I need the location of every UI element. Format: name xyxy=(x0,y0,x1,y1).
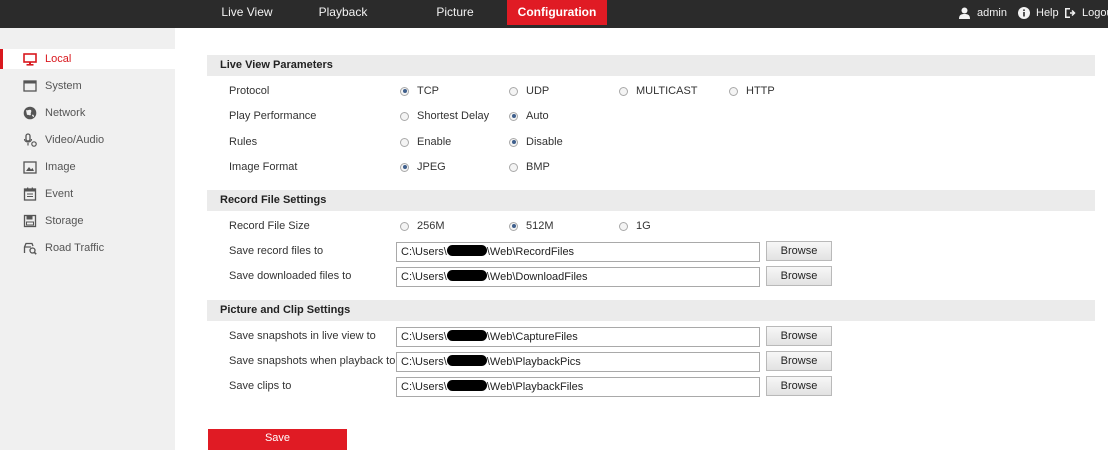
sidebar-item-network[interactable]: Network xyxy=(0,103,175,123)
sidebar-item-label: Image xyxy=(45,161,76,173)
tab-live-view[interactable]: Live View xyxy=(208,0,286,25)
save-snapshots-live-label: Save snapshots in live view to xyxy=(229,330,376,342)
disk-icon xyxy=(23,214,37,228)
save-snapshots-playback-label: Save snapshots when playback to xyxy=(229,355,396,367)
logout-icon xyxy=(1065,7,1076,18)
sidebar-item-event[interactable]: Event xyxy=(0,184,175,204)
image-format-label: Image Format xyxy=(229,161,298,173)
save-clips-label: Save clips to xyxy=(229,380,292,392)
protocol-tcp-radio[interactable]: TCP xyxy=(400,84,439,98)
image-format-bmp-radio[interactable]: BMP xyxy=(509,160,550,174)
user-icon xyxy=(959,7,970,19)
microphone-icon xyxy=(23,133,37,147)
logout-label: Logout xyxy=(1082,6,1108,19)
protocol-http-radio[interactable]: HTTP xyxy=(729,84,775,98)
save-button[interactable]: Save xyxy=(208,429,347,450)
user-menu[interactable]: admin xyxy=(958,0,1007,25)
sidebar-item-video-audio[interactable]: Video/Audio xyxy=(0,130,175,150)
tab-playback[interactable]: Playback xyxy=(300,0,386,25)
save-downloaded-files-label: Save downloaded files to xyxy=(229,270,352,282)
image-format-jpeg-radio[interactable]: JPEG xyxy=(400,160,446,174)
car-search-icon xyxy=(23,241,37,255)
protocol-udp-radio[interactable]: UDP xyxy=(509,84,549,98)
sidebar-item-label: Network xyxy=(45,107,86,119)
record-size-256m-radio[interactable]: 256M xyxy=(400,219,445,233)
globe-icon xyxy=(23,106,37,120)
sidebar-item-local[interactable]: Local xyxy=(0,49,175,69)
sidebar-item-system[interactable]: System xyxy=(0,76,175,96)
protocol-label: Protocol xyxy=(229,85,270,97)
section-picture-clip-settings: Picture and Clip Settings xyxy=(207,300,1095,321)
protocol-multicast-radio[interactable]: MULTICAST xyxy=(619,84,698,98)
sidebar-item-label: Storage xyxy=(45,215,84,227)
redaction-mark xyxy=(446,330,487,341)
record-size-1g-radio[interactable]: 1G xyxy=(619,219,651,233)
top-navigation-bar: Live View Playback Picture Configuration… xyxy=(0,0,1108,28)
sidebar-item-image[interactable]: Image xyxy=(0,157,175,177)
play-performance-auto-radio[interactable]: Auto xyxy=(509,109,549,123)
sidebar-item-road-traffic[interactable]: Road Traffic xyxy=(0,238,175,258)
sidebar: Local System Network Video/Audio Image E… xyxy=(0,28,175,450)
tab-picture[interactable]: Picture xyxy=(412,0,498,25)
rules-disable-radio[interactable]: Disable xyxy=(509,135,563,149)
help-label: Help xyxy=(1036,6,1059,19)
play-performance-label: Play Performance xyxy=(229,110,317,122)
sidebar-item-label: System xyxy=(45,80,82,92)
capture-files-path-input[interactable]: C:\Users\ \Web\CaptureFiles xyxy=(396,327,760,347)
redaction-mark xyxy=(446,355,487,366)
redaction-mark xyxy=(446,270,487,281)
section-record-file-settings: Record File Settings xyxy=(207,190,1095,211)
rules-label: Rules xyxy=(229,136,258,148)
browse-capture-files-button[interactable]: Browse xyxy=(766,326,832,346)
calendar-icon xyxy=(23,187,37,201)
save-record-files-label: Save record files to xyxy=(229,245,324,257)
username-label: admin xyxy=(977,6,1007,19)
record-size-512m-radio[interactable]: 512M xyxy=(509,219,554,233)
play-performance-shortest-delay-radio[interactable]: Shortest Delay xyxy=(400,109,489,123)
sidebar-item-storage[interactable]: Storage xyxy=(0,211,175,231)
playback-files-path-input[interactable]: C:\Users\ \Web\PlaybackFiles xyxy=(396,377,760,397)
help-link[interactable]: Help xyxy=(1018,0,1059,25)
section-live-view-parameters: Live View Parameters xyxy=(207,55,1095,76)
downloaded-files-path-input[interactable]: C:\Users\ \Web\DownloadFiles xyxy=(396,267,760,287)
browse-downloaded-files-button[interactable]: Browse xyxy=(766,266,832,286)
browse-record-files-button[interactable]: Browse xyxy=(766,241,832,261)
window-icon xyxy=(23,79,37,93)
redaction-mark xyxy=(446,380,487,391)
help-icon xyxy=(1018,6,1030,19)
sidebar-item-label: Road Traffic xyxy=(45,242,105,254)
sidebar-item-label: Local xyxy=(45,53,72,65)
playback-pics-path-input[interactable]: C:\Users\ \Web\PlaybackPics xyxy=(396,352,760,372)
record-files-path-input[interactable]: C:\Users\ \Web\RecordFiles xyxy=(396,242,760,262)
sidebar-item-label: Video/Audio xyxy=(45,134,105,146)
sidebar-item-label: Event xyxy=(45,188,74,200)
logout-link[interactable]: Logout xyxy=(1064,0,1108,25)
monitor-icon xyxy=(23,52,37,66)
browse-playback-pics-button[interactable]: Browse xyxy=(766,351,832,371)
tab-configuration[interactable]: Configuration xyxy=(507,0,607,25)
picture-icon xyxy=(23,160,37,174)
browse-clips-button[interactable]: Browse xyxy=(766,376,832,396)
rules-enable-radio[interactable]: Enable xyxy=(400,135,451,149)
redaction-mark xyxy=(446,245,487,256)
record-file-size-label: Record File Size xyxy=(229,220,310,232)
